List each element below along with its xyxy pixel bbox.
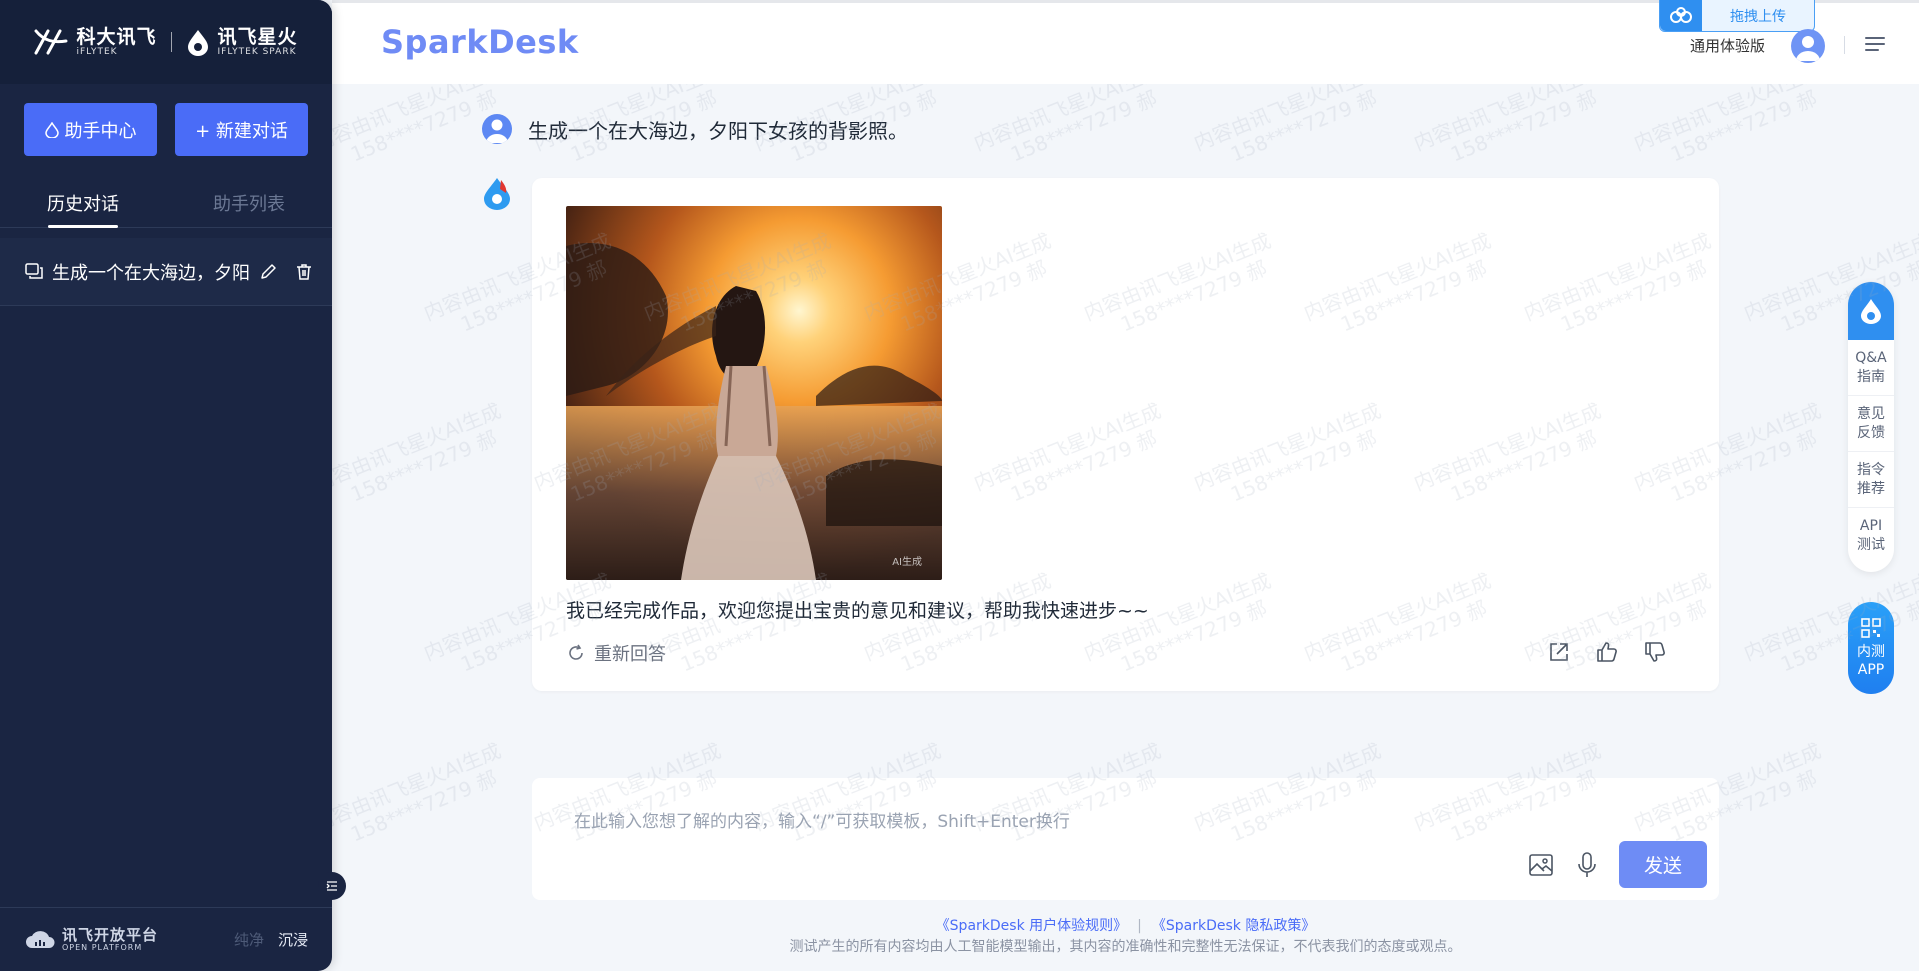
mode-immersive[interactable]: 沉浸 [278,929,308,950]
right-rail: Q&A 指南 意见 反馈 指令 推荐 API 测试 [1848,282,1894,572]
user-message-avatar [482,114,512,144]
new-chat-button[interactable]: + 新建对话 [175,103,308,156]
sidebar-tabs: 历史对话 助手列表 [0,184,332,228]
logo-bar: 科大讯飞 iFLYTEK 讯飞星火 IFLYTEK SPARK [0,0,332,84]
message-input[interactable] [532,778,1719,838]
logo-divider [170,32,172,52]
iflytek-logo-name: 科大讯飞 [76,26,157,48]
share-icon[interactable] [1547,640,1571,664]
header-divider [1844,36,1845,54]
beta-app-button[interactable]: 内测 APP [1848,602,1894,694]
footer-disclaimer: 测试产生的所有内容均由人工智能模型输出，其内容的准确性和完整性无法保证，不代表我… [789,939,1462,955]
spark-logo-sub: IFLYTEK SPARK [217,47,297,57]
privacy-policy-link[interactable]: 《SparkDesk 隐私政策》 [1152,918,1315,934]
brand-title: SparkDesk [381,23,579,61]
page-footer: 《SparkDesk 用户体验规则》 | 《SparkDesk 隐私政策》 测试产生… [532,916,1719,958]
message-input-box: 发送 [532,778,1719,900]
tab-assistants[interactable]: 助手列表 [166,184,332,227]
user-message-text: 生成一个在大海边，夕阳下女孩的背影照。 [528,118,908,143]
answer-text: 我已经完成作品，欢迎您提出宝贵的意见和建议，帮助我快速进步~~ [566,600,1149,622]
iflytek-logo-icon [34,29,68,55]
generated-image[interactable]: AI生成 [566,206,942,580]
ai-generated-tag: AI生成 [892,557,922,568]
drop-icon [44,121,59,138]
drag-upload-label: 拖拽上传 [1730,8,1786,25]
upload-cloud-icon [1660,0,1702,31]
thumbs-up-icon[interactable] [1595,640,1619,664]
history-item[interactable]: 生成一个在大海边，夕阳 [0,238,332,306]
open-platform-sub: OPEN PLATFORM [62,943,143,952]
top-header: SparkDesk 拖拽上传 通用体验版 [332,0,1919,84]
mode-pure[interactable]: 纯净 [234,929,264,950]
send-button[interactable]: 发送 [1619,841,1707,888]
new-chat-label: + 新建对话 [195,120,288,142]
rail-feedback[interactable]: 意见 反馈 [1848,396,1894,452]
tab-history[interactable]: 历史对话 [0,184,166,227]
cloud-icon [26,930,55,948]
footer-links: 《SparkDesk 用户体验规则》 | 《SparkDesk 隐私政策》 [532,916,1719,937]
collapse-sidebar-button[interactable] [318,872,346,900]
microphone-icon[interactable] [1573,850,1601,880]
regenerate-button[interactable]: 重新回答 [566,640,666,666]
user-avatar-icon [1796,36,1820,61]
sunset-girl-image [566,206,942,580]
help-center-label: 助手中心 [64,120,137,142]
beta-app-label-1: 内测 [1857,644,1885,660]
drag-upload-button[interactable]: 拖拽上传 [1659,0,1815,32]
iflytek-logo-sub: iFLYTEK [76,47,118,57]
chat-area: 生成一个在大海边，夕阳下女孩的背影照。 AI生成 我已经完成作品，欢迎您提出宝贵… [332,84,1919,971]
chat-bubble-icon [24,262,44,282]
spark-bot-icon [484,178,510,210]
user-message-row: 生成一个在大海边，夕阳下女孩的背影照。 [482,114,908,144]
open-platform-logo[interactable]: 讯飞开放平台 OPEN PLATFORM [24,927,158,952]
collapse-icon [326,881,337,891]
qr-code-icon [1861,618,1881,638]
rail-api-test[interactable]: API 测试 [1848,508,1894,563]
answer-actions [1547,640,1667,664]
open-platform-name: 讯飞开放平台 [62,926,159,944]
sidebar-actions: 助手中心 + 新建对话 [0,84,332,156]
trash-icon[interactable] [294,262,314,282]
regenerate-label: 重新回答 [594,644,666,665]
spark-logo-icon [187,30,208,56]
display-mode-switch: 纯净 沉浸 [234,929,308,950]
answer-card: AI生成 我已经完成作品，欢迎您提出宝贵的意见和建议，帮助我快速进步~~ 重新回… [532,178,1719,691]
spark-logo-name: 讯飞星火 [217,26,298,48]
rail-qa-guide[interactable]: Q&A 指南 [1848,340,1894,396]
edition-label: 通用体验版 [1690,37,1766,55]
footer-separator: | [1137,918,1142,934]
user-icon [486,119,508,143]
sidebar: 科大讯飞 iFLYTEK 讯飞星火 IFLYTEK SPARK 助手中心 + 新… [0,0,346,971]
spark-rail-icon [1861,299,1881,324]
edit-icon[interactable] [258,262,278,282]
rail-spark-button[interactable] [1848,282,1894,340]
spark-bot-avatar [482,176,512,214]
history-item-title: 生成一个在大海边，夕阳 [52,262,250,284]
sidebar-footer: 讯飞开放平台 OPEN PLATFORM 纯净 沉浸 [0,907,332,971]
refresh-icon [569,644,583,660]
iflytek-logo: 科大讯飞 iFLYTEK [34,27,156,57]
input-tools: 发送 [1527,841,1707,888]
spark-logo: 讯飞星火 IFLYTEK SPARK [186,27,298,57]
beta-app-label-2: APP [1857,662,1885,678]
help-center-button[interactable]: 助手中心 [24,103,157,156]
user-avatar[interactable] [1791,29,1825,63]
image-upload-icon[interactable] [1527,850,1555,880]
user-rules-link[interactable]: 《SparkDesk 用户体验规则》 [936,918,1127,934]
rail-prompt-recommend[interactable]: 指令 推荐 [1848,452,1894,508]
thumbs-down-icon[interactable] [1643,640,1667,664]
menu-icon[interactable] [1864,35,1886,57]
